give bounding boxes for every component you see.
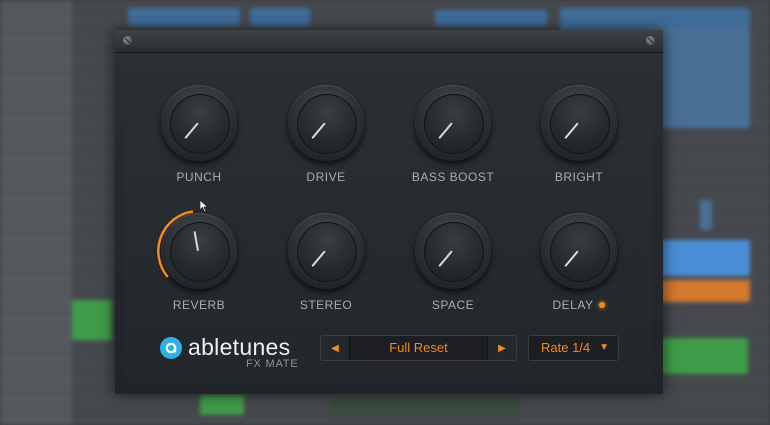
knob-cap (424, 222, 484, 282)
track-row (0, 220, 72, 240)
track-row (0, 0, 72, 20)
knob-label-bright: BRIGHT (509, 170, 649, 184)
triangle-down-icon: ▼ (599, 342, 609, 353)
product-name: FX MATE (246, 358, 299, 370)
track-row (0, 260, 72, 280)
knob-label-text: PUNCH (176, 170, 222, 184)
knob-cap (297, 222, 357, 282)
knob-cap (297, 94, 357, 154)
delay-sync-led-icon[interactable] (599, 302, 606, 308)
knob-label-text: STEREO (299, 298, 353, 312)
track-row (0, 140, 72, 160)
knob-label-bass-boost: BASS BOOST (383, 170, 523, 184)
preset-selector: ◀ Full Reset ▶ (320, 335, 517, 361)
track-row (0, 80, 72, 100)
track-row (0, 340, 72, 360)
knob-cap (170, 222, 230, 282)
knob-stereo[interactable] (288, 213, 364, 289)
abletunes-logo-icon (160, 336, 182, 359)
track-row (0, 120, 72, 140)
lane-divider (72, 420, 770, 421)
clip (700, 200, 712, 230)
track-row (0, 40, 72, 60)
knob-label-text: DRIVE (306, 170, 346, 184)
knob-cap (424, 94, 484, 154)
knob-cap (550, 94, 610, 154)
track-row (0, 300, 72, 320)
knob-punch[interactable] (161, 85, 237, 161)
knob-label-drive: DRIVE (256, 170, 396, 184)
clip (330, 395, 520, 417)
clip (435, 10, 547, 26)
triangle-right-icon: ▶ (498, 342, 506, 354)
knob-label-punch: PUNCH (129, 170, 269, 184)
knob-space[interactable] (415, 213, 491, 289)
plugin-titlebar (115, 30, 663, 53)
clip (200, 395, 244, 415)
clip (655, 280, 750, 302)
knob-label-text: BASS BOOST (411, 170, 495, 184)
preset-prev-button[interactable]: ◀ (321, 336, 350, 360)
track-row (0, 20, 72, 40)
track-row (0, 400, 72, 420)
clip (72, 300, 112, 340)
clip (560, 8, 750, 28)
knob-drive[interactable] (288, 85, 364, 161)
brand-logo: abletunes (160, 334, 290, 361)
knob-label-text: REVERB (172, 298, 226, 312)
knob-delay[interactable] (541, 213, 617, 289)
knob-label-text: DELAY (552, 298, 594, 312)
track-list (0, 0, 72, 425)
mouse-cursor-icon (199, 199, 209, 213)
rate-dropdown[interactable]: Rate 1/4 ▼ (528, 335, 619, 361)
knob-label-text: BRIGHT (554, 170, 604, 184)
knob-reverb[interactable] (157, 210, 237, 289)
track-row (0, 240, 72, 260)
clip (655, 240, 750, 276)
knob-cap (170, 94, 230, 154)
track-row (0, 420, 72, 425)
knob-cap (550, 222, 610, 282)
track-row (0, 100, 72, 120)
track-row (0, 200, 72, 220)
knob-bright[interactable] (541, 85, 617, 161)
knob-label-text: SPACE (431, 298, 475, 312)
track-row (0, 180, 72, 200)
track-row (0, 160, 72, 180)
screw-icon (646, 36, 655, 45)
knob-label-space: SPACE (383, 298, 523, 312)
track-row (0, 360, 72, 380)
clip (250, 8, 310, 26)
preset-next-button[interactable]: ▶ (487, 336, 516, 360)
knob-label-reverb: REVERB (129, 298, 269, 312)
brand-name: abletunes (188, 334, 291, 360)
track-row (0, 280, 72, 300)
track-row (0, 320, 72, 340)
track-row (0, 380, 72, 400)
knob-label-delay: DELAY (509, 298, 649, 312)
knob-bass-boost[interactable] (415, 85, 491, 161)
screw-icon (123, 36, 132, 45)
track-row (0, 60, 72, 80)
knob-label-stereo: STEREO (256, 298, 396, 312)
rate-value: Rate 1/4 (541, 340, 591, 355)
preset-name[interactable]: Full Reset (349, 336, 488, 360)
triangle-left-icon: ◀ (331, 342, 339, 354)
clip (128, 8, 240, 26)
